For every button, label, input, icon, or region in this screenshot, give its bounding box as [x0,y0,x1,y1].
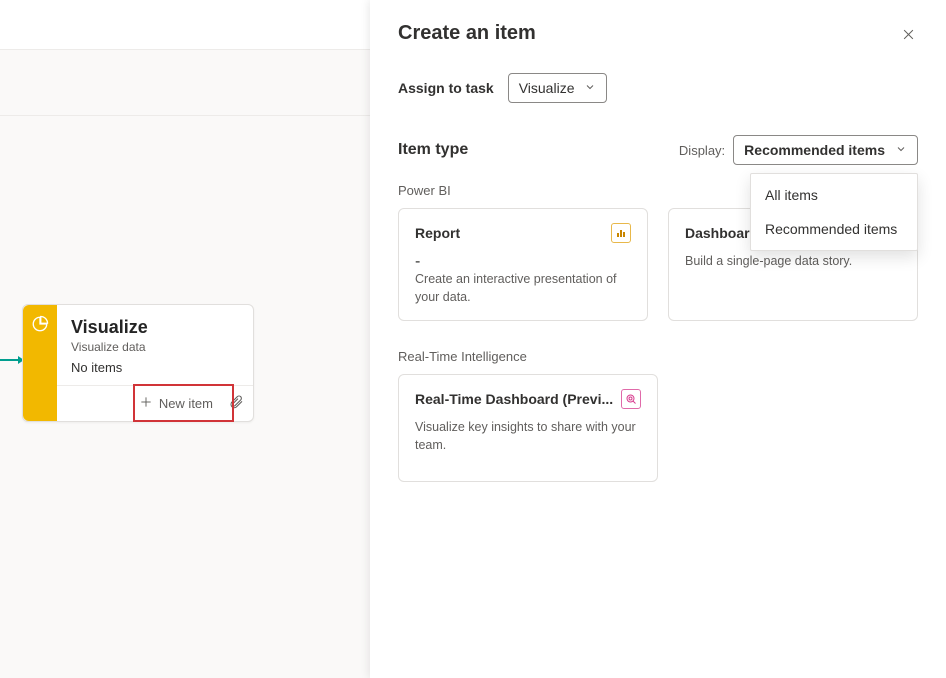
pie-chart-icon [31,315,49,338]
new-item-button[interactable]: New item [133,391,219,416]
display-select[interactable]: Recommended items [733,135,918,165]
assign-row: Assign to task Visualize [398,73,918,103]
item-type-row: Item type Display: Recommended items All… [398,135,918,165]
plus-icon [139,395,153,412]
target-icon [621,389,641,409]
chevron-down-icon [895,142,907,158]
assign-task-select[interactable]: Visualize [508,73,608,103]
display-filter-wrap: Display: Recommended items All items Rec… [679,135,918,165]
display-dropdown-menu: All items Recommended items [750,173,918,251]
task-card-body: Visualize Visualize data No items New it… [57,305,253,421]
close-button[interactable] [894,22,922,50]
canvas-area: Visualize Visualize data No items New it… [0,0,370,678]
task-card-accent [23,305,57,421]
item-card-name: Dashboard [685,225,758,241]
task-card-status: No items [71,360,239,375]
display-value: Recommended items [744,142,885,158]
item-type-label: Item type [398,141,468,159]
chevron-down-icon [584,80,596,96]
item-card-name: Report [415,225,460,241]
panel-title: Create an item [398,22,918,45]
new-item-label: New item [159,396,213,411]
item-card-desc: Visualize key insights to share with you… [415,419,641,454]
assign-label: Assign to task [398,80,494,96]
bar-chart-icon [611,223,631,243]
item-card-report[interactable]: Report - Create an interactive presentat… [398,208,648,321]
display-label: Display: [679,143,725,158]
item-card-desc: Create an interactive presentation of yo… [415,271,631,306]
attach-button[interactable] [225,393,247,415]
arrow-in-icon [0,355,24,365]
item-card-name: Real-Time Dashboard (Previ... [415,391,613,407]
item-card-desc: Build a single-page data story. [685,253,901,271]
display-option-all[interactable]: All items [751,178,917,212]
divider [0,115,370,116]
display-option-recommended[interactable]: Recommended items [751,212,917,246]
create-item-panel: Create an item Assign to task Visualize … [370,0,946,678]
close-icon [901,27,916,45]
task-card-footer: New item [57,385,253,421]
task-card-visualize[interactable]: Visualize Visualize data No items New it… [22,304,254,422]
top-bar [0,0,370,50]
task-card-subtitle: Visualize data [71,340,239,354]
task-card-title: Visualize [71,317,239,338]
item-card-realtime-dashboard[interactable]: Real-Time Dashboard (Previ... Visualize … [398,374,658,482]
section-cards-realtime: Real-Time Dashboard (Previ... Visualize … [398,374,918,482]
assign-task-value: Visualize [519,80,575,96]
paperclip-icon [228,394,244,413]
section-label-realtime: Real-Time Intelligence [398,349,918,364]
